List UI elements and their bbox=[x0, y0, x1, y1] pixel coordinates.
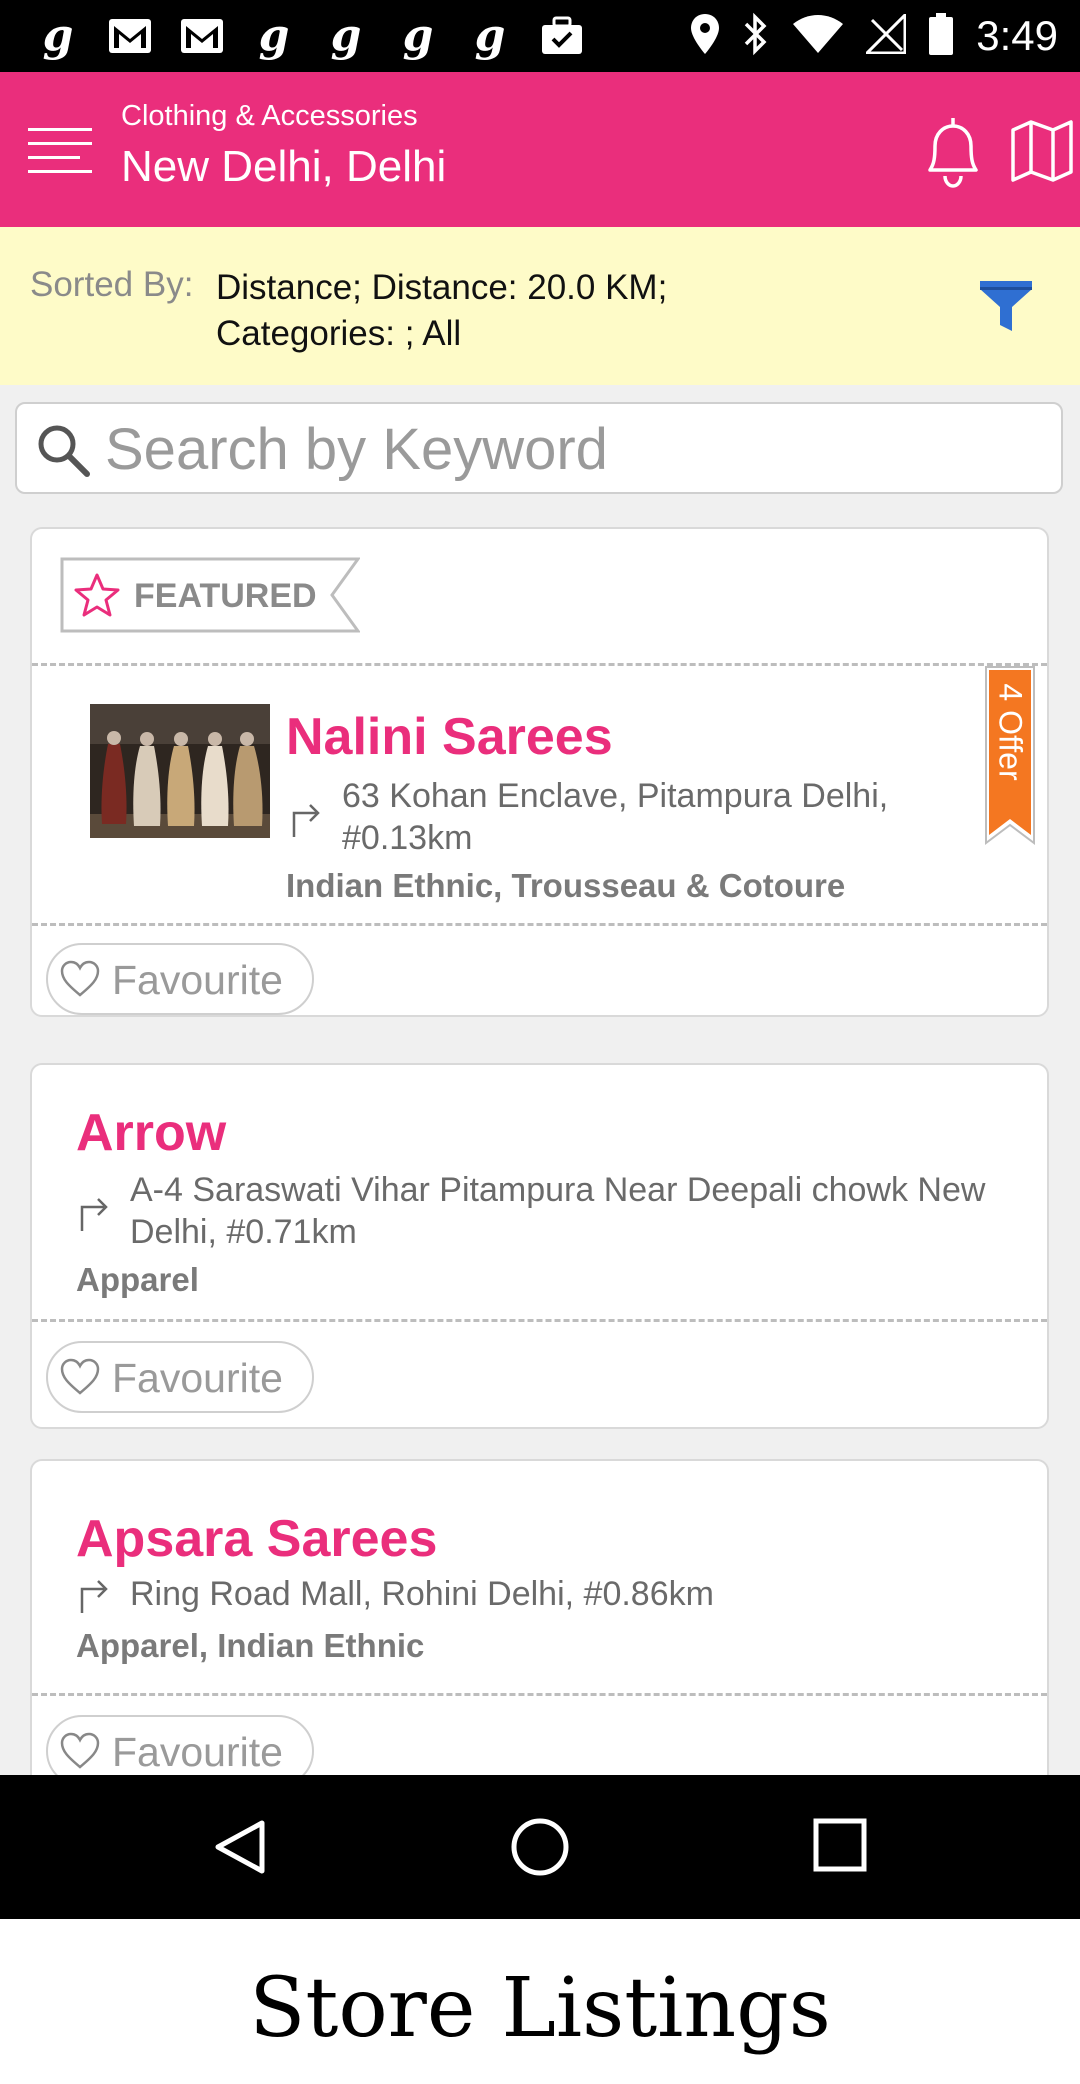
back-icon[interactable] bbox=[210, 1817, 270, 1877]
sort-value: Distance; Distance: 20.0 KM; Categories:… bbox=[216, 268, 668, 353]
store-address: Ring Road Mall, Rohini Delhi, #0.86km bbox=[130, 1575, 714, 1613]
battery-icon bbox=[928, 12, 954, 61]
filter-icon bbox=[980, 281, 1032, 331]
store-card[interactable]: Apsara Sarees Ring Road Mall, Rohini Del… bbox=[30, 1459, 1049, 1775]
system-nav-bar bbox=[0, 1775, 1080, 1919]
store-address: A-4 Saraswati Vihar Pitampura Near Deepa… bbox=[130, 1171, 986, 1251]
wifi-icon bbox=[792, 14, 844, 59]
store-categories: Indian Ethnic, Trousseau & Cotoure bbox=[286, 867, 846, 904]
store-card[interactable]: Arrow A-4 Saraswati Vihar Pitampura Near… bbox=[30, 1063, 1049, 1429]
divider bbox=[32, 923, 1047, 926]
clock: 3:49 bbox=[976, 12, 1058, 59]
favourite-button[interactable]: Favourite bbox=[46, 1715, 314, 1775]
store-name[interactable]: Arrow bbox=[76, 1103, 226, 1163]
favourite-label: Favourite bbox=[112, 1729, 283, 1775]
notification-icons: g g g g g bbox=[30, 10, 590, 62]
caption-banner: Store Listings bbox=[0, 1919, 1080, 2084]
favourite-label: Favourite bbox=[112, 957, 283, 1003]
map-view-button[interactable] bbox=[1010, 118, 1074, 184]
store-address: 63 Kohan Enclave, Pitampura Delhi, #0.13… bbox=[342, 777, 889, 857]
no-signal-icon bbox=[863, 10, 907, 59]
divider bbox=[32, 1693, 1047, 1696]
heart-icon bbox=[60, 1358, 100, 1395]
location-title[interactable]: New Delhi, Delhi bbox=[121, 142, 446, 192]
sort-label: Sorted By: bbox=[30, 265, 194, 304]
g-notification-icon: g bbox=[402, 10, 434, 61]
gmail-icon bbox=[102, 10, 158, 62]
divider bbox=[32, 1319, 1047, 1322]
menu-button[interactable] bbox=[28, 120, 92, 176]
store-categories: Apparel, Indian Ethnic bbox=[76, 1627, 425, 1664]
favourite-button[interactable]: Favourite bbox=[46, 1341, 314, 1413]
menu-icon-line bbox=[28, 156, 80, 159]
app-bar: Clothing & Accessories New Delhi, Delhi bbox=[0, 72, 1080, 227]
briefcase-icon bbox=[534, 10, 590, 62]
gmail-icon bbox=[174, 10, 230, 62]
notifications-button[interactable] bbox=[918, 114, 988, 190]
g-notification-icon: g bbox=[42, 10, 74, 61]
home-icon[interactable] bbox=[508, 1813, 572, 1881]
g-notification-icon: g bbox=[330, 10, 362, 61]
menu-icon-line bbox=[28, 170, 92, 173]
directions-icon bbox=[80, 1198, 108, 1231]
directions-icon bbox=[292, 804, 320, 837]
featured-label: FEATURED bbox=[134, 577, 317, 615]
search-bar[interactable] bbox=[15, 402, 1063, 494]
menu-icon-line bbox=[28, 128, 92, 131]
store-name[interactable]: Apsara Sarees bbox=[76, 1509, 437, 1569]
offer-label: 4 Offer bbox=[992, 683, 1029, 781]
sort-summary-bar: Sorted By: Distance; Distance: 20.0 KM; … bbox=[0, 227, 1080, 385]
search-icon bbox=[38, 425, 90, 477]
recent-apps-icon[interactable] bbox=[812, 1817, 868, 1873]
system-status: 3:49 bbox=[690, 10, 1058, 62]
favourite-label: Favourite bbox=[112, 1355, 283, 1401]
divider bbox=[32, 663, 1047, 666]
caption-text: Store Listings bbox=[249, 1961, 831, 2056]
store-card[interactable]: FEATURED Nalini Sarees 63 Kohan Enclave, bbox=[30, 527, 1049, 1017]
heart-icon bbox=[60, 960, 100, 997]
directions-icon bbox=[80, 1580, 108, 1613]
filter-button[interactable] bbox=[978, 277, 1034, 335]
favourite-button[interactable]: Favourite bbox=[46, 943, 314, 1015]
menu-icon-line bbox=[28, 142, 92, 145]
store-categories: Apparel bbox=[76, 1261, 199, 1298]
store-photo[interactable] bbox=[90, 704, 270, 838]
bell-icon bbox=[928, 116, 978, 188]
map-icon bbox=[1011, 120, 1073, 182]
star-icon bbox=[74, 573, 120, 617]
location-icon bbox=[690, 13, 720, 60]
store-photo-image bbox=[90, 704, 270, 838]
search-input[interactable] bbox=[105, 414, 1005, 484]
bluetooth-icon bbox=[742, 12, 770, 61]
status-bar: g g g g g 3:49 bbox=[0, 0, 1080, 72]
g-notification-icon: g bbox=[474, 10, 506, 61]
heart-icon bbox=[60, 1732, 100, 1769]
store-name[interactable]: Nalini Sarees bbox=[286, 707, 613, 767]
g-notification-icon: g bbox=[258, 10, 290, 61]
offer-badge[interactable]: 4 Offer bbox=[987, 672, 1033, 792]
store-list-content[interactable]: FEATURED Nalini Sarees 63 Kohan Enclave, bbox=[0, 385, 1080, 1775]
category-subtitle: Clothing & Accessories bbox=[121, 100, 418, 132]
